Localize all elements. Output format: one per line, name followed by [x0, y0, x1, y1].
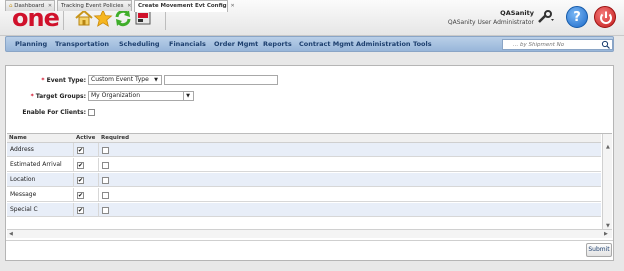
column-header-name[interactable]: Name: [9, 135, 27, 141]
grid-horizontal-scrollbar[interactable]: ◀ ▶: [7, 229, 612, 238]
user-role: QASanity User Administrator: [447, 19, 534, 26]
required-checkbox[interactable]: [102, 147, 109, 154]
table-row[interactable]: Estimated Arrival ✔: [7, 158, 601, 172]
required-checkbox[interactable]: [102, 177, 109, 184]
scroll-right-icon[interactable]: ▶: [604, 231, 608, 237]
active-checkbox[interactable]: ✔: [77, 147, 84, 154]
help-icon[interactable]: ?: [566, 6, 588, 28]
home-icon: ⌂: [9, 3, 13, 9]
active-checkbox[interactable]: ✔: [77, 177, 84, 184]
nav-order-mgmt[interactable]: Order Mgmt: [214, 40, 258, 48]
event-fields-grid: Name Active Required Address ✔ Estimated…: [7, 133, 612, 238]
row-name: Special C: [10, 206, 38, 213]
target-groups-label: * Target Groups:: [30, 93, 86, 100]
active-checkbox[interactable]: ✔: [77, 162, 84, 169]
target-groups-select[interactable]: My Organization ▼: [88, 91, 194, 101]
main-nav: Planning Transportation Scheduling Finan…: [5, 36, 614, 52]
shipment-search-box: [502, 39, 613, 50]
nav-scheduling[interactable]: Scheduling: [119, 40, 160, 48]
grid-header: Name Active Required: [7, 134, 601, 143]
logout-power-icon[interactable]: [594, 6, 616, 28]
close-tab-icon[interactable]: ✕: [127, 3, 131, 9]
tab-dashboard[interactable]: ⌂ Dashboard ✕: [5, 0, 55, 11]
nav-transportation[interactable]: Transportation: [55, 40, 109, 48]
active-checkbox[interactable]: ✔: [77, 207, 84, 214]
table-row[interactable]: Message ✔: [7, 188, 601, 202]
table-row[interactable]: Address ✔: [7, 143, 601, 157]
scroll-left-icon[interactable]: ◀: [9, 231, 13, 237]
enable-for-clients-label: Enable For Clients:: [22, 109, 86, 116]
content-panel: * Event Type: Custom Event Type ▼ * Targ…: [5, 65, 614, 261]
active-checkbox[interactable]: ✔: [77, 192, 84, 199]
tab-label: Create Movement Evt Config: [138, 3, 227, 9]
column-header-required[interactable]: Required: [101, 135, 129, 141]
scroll-up-icon[interactable]: ▲: [606, 144, 610, 150]
favorite-star-icon[interactable]: [93, 8, 113, 28]
footer-divider: [6, 240, 613, 241]
chevron-down-icon: ▼: [154, 77, 158, 83]
nav-tools[interactable]: Tools: [413, 40, 432, 48]
row-name: Estimated Arrival: [10, 161, 62, 168]
user-name: QASanity: [500, 9, 534, 17]
user-info: QASanity QASanity User Administrator: [448, 9, 534, 27]
nav-financials[interactable]: Financials: [169, 40, 206, 48]
home-icon[interactable]: [74, 8, 94, 28]
shipment-search-input[interactable]: [503, 40, 597, 50]
table-row[interactable]: Location ✔: [7, 173, 601, 187]
nav-planning[interactable]: Planning: [15, 40, 47, 48]
required-checkbox[interactable]: [102, 207, 109, 214]
required-checkbox[interactable]: [102, 192, 109, 199]
nav-administration[interactable]: Administration: [356, 40, 411, 48]
row-name: Location: [10, 176, 36, 183]
tab-create-movement-evt-config[interactable]: Create Movement Evt Config ✕: [134, 0, 235, 12]
close-tab-icon[interactable]: ✕: [48, 3, 52, 9]
table-row[interactable]: Special C ✔: [7, 203, 601, 217]
grid-vertical-scrollbar[interactable]: ▲ ▼: [602, 134, 612, 238]
close-tab-icon[interactable]: ✕: [231, 3, 235, 9]
refresh-icon[interactable]: [113, 8, 133, 28]
enable-for-clients-checkbox[interactable]: [88, 109, 95, 116]
nav-reports[interactable]: Reports: [263, 40, 292, 48]
column-header-active[interactable]: Active: [76, 135, 95, 141]
row-name: Message: [10, 191, 37, 198]
event-type-label: * Event Type:: [41, 77, 86, 84]
tab-label: Dashboard: [14, 3, 45, 9]
chevron-down-icon: ▼: [183, 92, 190, 100]
row-name: Address: [10, 146, 34, 153]
tools-wrench-icon[interactable]: [537, 10, 555, 24]
nav-contract-mgmt[interactable]: Contract Mgmt: [299, 40, 354, 48]
event-type-select[interactable]: Custom Event Type ▼: [88, 75, 162, 85]
required-checkbox[interactable]: [102, 162, 109, 169]
tab-tracking-event-policies[interactable]: Tracking Event Policies ✕: [57, 0, 132, 11]
tab-label: Tracking Event Policies: [61, 3, 124, 9]
submit-button[interactable]: Submit: [586, 243, 612, 257]
search-icon[interactable]: [600, 40, 611, 49]
event-type-text-field[interactable]: [164, 75, 278, 85]
